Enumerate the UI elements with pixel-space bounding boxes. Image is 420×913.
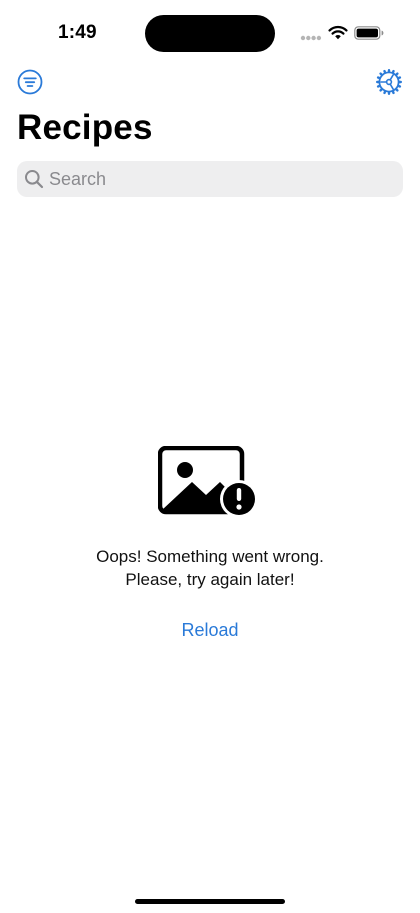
status-time: 1:49 bbox=[58, 22, 97, 43]
wifi-icon bbox=[328, 25, 348, 40]
reload-button[interactable]: Reload bbox=[171, 616, 248, 645]
search-bar[interactable] bbox=[17, 161, 403, 197]
dynamic-island bbox=[145, 15, 275, 52]
home-indicator bbox=[135, 899, 285, 904]
battery-full-icon bbox=[354, 26, 384, 40]
search-input[interactable] bbox=[49, 161, 389, 197]
signal-dots-icon bbox=[300, 35, 322, 41]
error-message-line-1: Oops! Something went wrong. bbox=[96, 547, 324, 566]
filter-circle-icon bbox=[17, 69, 43, 95]
gear-icon bbox=[376, 69, 402, 95]
error-message: Oops! Something went wrong. Please, try … bbox=[0, 545, 420, 591]
status-bar: 1:49 bbox=[0, 0, 420, 66]
search-icon bbox=[25, 170, 44, 189]
page-title: Recipes bbox=[17, 108, 153, 147]
settings-button[interactable] bbox=[375, 68, 403, 96]
photo-exclamation-icon bbox=[158, 446, 258, 518]
error-state: Oops! Something went wrong. Please, try … bbox=[0, 446, 420, 645]
filter-button[interactable] bbox=[16, 68, 44, 96]
error-message-line-2: Please, try again later! bbox=[125, 570, 295, 589]
